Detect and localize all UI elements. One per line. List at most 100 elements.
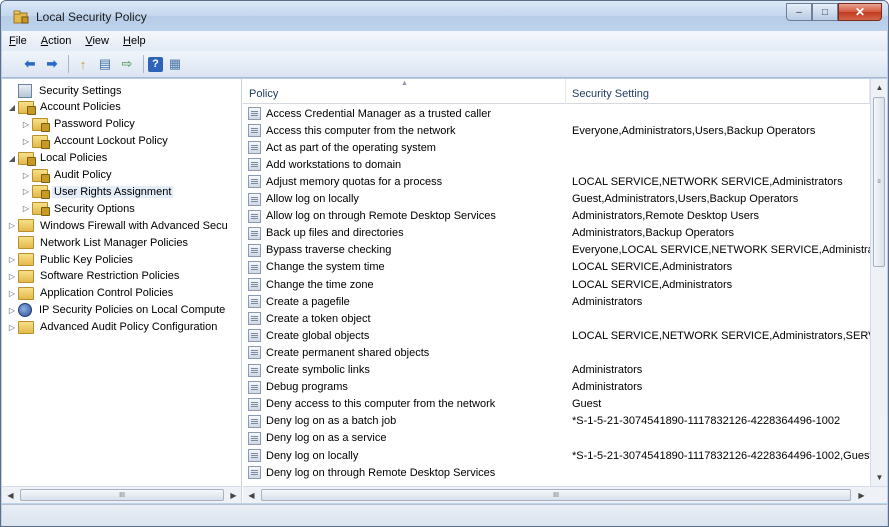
menu-action[interactable]: Action: [34, 35, 79, 47]
column-header-policy[interactable]: Policy ▲: [243, 79, 566, 104]
policy-row[interactable]: Create a token object: [243, 310, 870, 327]
policy-document-icon: [248, 380, 261, 394]
security-setting-value: Everyone,Administrators,Users,Backup Ope…: [572, 124, 816, 137]
policy-row[interactable]: Allow log on locally Guest,Administrators…: [243, 191, 870, 208]
properties-button[interactable]: ▦: [165, 55, 185, 73]
collapsed-arrow-icon[interactable]: ▷: [20, 137, 32, 146]
menu-help[interactable]: Help: [116, 35, 153, 47]
menu-file[interactable]: File: [2, 35, 34, 47]
tree-item-software-restriction-policies[interactable]: ▷ Software Restriction Policies: [6, 268, 181, 285]
policy-row[interactable]: Access Credential Manager as a trusted c…: [243, 105, 870, 122]
policy-row[interactable]: Create symbolic links Administrators: [243, 362, 870, 379]
security-setting-value: LOCAL SERVICE,Administrators: [572, 261, 733, 274]
security-setting-value: LOCAL SERVICE,Administrators: [572, 278, 733, 291]
scroll-up-button[interactable]: ▲: [871, 79, 887, 95]
policy-name: Access this computer from the network: [266, 124, 456, 137]
policy-cell: Add workstations to domain: [248, 158, 566, 172]
menu-accelerator: F: [9, 35, 16, 47]
tree-horizontal-scrollbar[interactable]: ◀ III ▶: [2, 486, 241, 503]
close-button[interactable]: ✕: [838, 3, 882, 21]
folder-icon: [18, 286, 34, 300]
policy-row[interactable]: Access this computer from the network Eve…: [243, 122, 870, 139]
up-one-level-button[interactable]: ↑: [73, 55, 93, 73]
column-header-security-setting[interactable]: Security Setting: [566, 79, 870, 104]
export-list-button[interactable]: ⇨: [117, 55, 137, 73]
menu-view[interactable]: View: [78, 35, 116, 47]
policy-cell: Adjust memory quotas for a process: [248, 175, 566, 189]
scroll-down-button[interactable]: ▼: [871, 469, 887, 485]
minimize-button[interactable]: –: [786, 3, 812, 21]
policy-row[interactable]: Change the system time LOCAL SERVICE,Admi…: [243, 259, 870, 276]
title-bar[interactable]: Local Security Policy – □ ✕: [1, 1, 888, 31]
policy-row[interactable]: Allow log on through Remote Desktop Serv…: [243, 208, 870, 225]
tree-item-application-control-policies[interactable]: ▷ Application Control Policies: [6, 285, 175, 302]
policy-row[interactable]: Create permanent shared objects: [243, 344, 870, 361]
security-setting-value: Guest,Administrators,Users,Backup Operat…: [572, 193, 799, 205]
help-button[interactable]: ?: [148, 56, 163, 72]
policy-row[interactable]: Adjust memory quotas for a process LOCAL …: [243, 173, 870, 190]
policy-row[interactable]: Create a pagefile Administrators: [243, 293, 870, 310]
scroll-right-button[interactable]: ▶: [225, 487, 241, 503]
tree-item-network-list-manager-policies[interactable]: Network List Manager Policies: [6, 234, 190, 251]
list-vertical-scrollbar[interactable]: ▲ ≡ ▼: [870, 79, 887, 486]
policy-row[interactable]: Deny log on locally *S-1-5-21-3074541890-…: [243, 447, 870, 464]
collapsed-arrow-icon[interactable]: ▷: [20, 187, 32, 196]
policy-row[interactable]: Deny log on as a batch job *S-1-5-21-3074…: [243, 413, 870, 430]
back-button[interactable]: ⬅: [20, 55, 40, 73]
policy-row[interactable]: Change the time zone LOCAL SERVICE,Admini…: [243, 276, 870, 293]
policy-row[interactable]: Deny log on through Remote Desktop Servi…: [243, 464, 870, 481]
scroll-left-button[interactable]: ◀: [243, 487, 260, 503]
policy-folder-icon: [32, 202, 50, 217]
tree-item-windows-firewall-with-advanced-secu[interactable]: ▷ Windows Firewall with Advanced Secu: [6, 217, 230, 234]
toolbar: ⬅ ➡ ↑ ▤ ⇨ ? ▦: [2, 51, 887, 78]
policy-row[interactable]: Create global objects LOCAL SERVICE,NETWO…: [243, 327, 870, 344]
tree-item-security-settings[interactable]: Security Settings: [6, 82, 124, 99]
tree-item-audit-policy[interactable]: ▷ Audit Policy: [20, 167, 113, 184]
collapsed-arrow-icon[interactable]: ▷: [20, 204, 32, 213]
tree-item-user-rights-assignment[interactable]: ▷ User Rights Assignment: [20, 183, 174, 200]
security-policy-icon: [13, 10, 29, 24]
list-horizontal-scrollbar[interactable]: ◀ III ▶: [243, 486, 887, 503]
tree-item-security-options[interactable]: ▷ Security Options: [20, 200, 137, 217]
policy-row[interactable]: Act as part of the operating system: [243, 139, 870, 156]
collapsed-arrow-icon[interactable]: ▷: [6, 306, 18, 315]
caption-buttons: – □ ✕: [786, 3, 882, 21]
policy-row[interactable]: Back up files and directories Administrat…: [243, 225, 870, 242]
policy-name: Deny log on locally: [266, 449, 359, 462]
policy-document-icon: [248, 363, 261, 377]
policy-row[interactable]: Bypass traverse checking Everyone,LOCAL S…: [243, 242, 870, 259]
scroll-right-button[interactable]: ▶: [853, 487, 870, 503]
tree-item-ip-security-policies-on-local-compute[interactable]: ▷ IP Security Policies on Local Compute: [6, 302, 227, 319]
expanded-arrow-icon[interactable]: ◢: [6, 103, 18, 112]
forward-button[interactable]: ➡: [42, 55, 62, 73]
policy-row[interactable]: Deny access to this computer from the ne…: [243, 396, 870, 413]
tree-item-advanced-audit-policy-configuration[interactable]: ▷ Advanced Audit Policy Configuration: [6, 319, 219, 336]
tree-hscroll-thumb[interactable]: III: [20, 489, 224, 501]
policy-row[interactable]: Add workstations to domain: [243, 156, 870, 173]
close-icon: ✕: [854, 5, 866, 19]
tree-item-password-policy[interactable]: ▷ Password Policy: [20, 116, 137, 133]
tree-item-account-lockout-policy[interactable]: ▷ Account Lockout Policy: [20, 133, 170, 150]
list-vscroll-thumb[interactable]: ≡: [873, 97, 885, 267]
show-hide-console-tree-button[interactable]: ▤: [95, 55, 115, 73]
collapsed-arrow-icon[interactable]: ▷: [20, 120, 32, 129]
scroll-left-button[interactable]: ◀: [2, 487, 19, 503]
tree-item-account-policies[interactable]: ◢ Account Policies: [6, 99, 123, 116]
status-bar: [2, 504, 887, 526]
expanded-arrow-icon[interactable]: ◢: [6, 154, 18, 163]
collapsed-arrow-icon[interactable]: ▷: [20, 171, 32, 180]
collapsed-arrow-icon[interactable]: ▷: [6, 221, 18, 230]
tree-item-local-policies[interactable]: ◢ Local Policies: [6, 150, 109, 167]
collapsed-arrow-icon[interactable]: ▷: [6, 323, 18, 332]
maximize-button[interactable]: □: [812, 3, 838, 21]
policy-row[interactable]: Deny log on as a service: [243, 430, 870, 447]
collapsed-arrow-icon[interactable]: ▷: [6, 289, 18, 298]
policy-row[interactable]: Debug programs Administrators: [243, 379, 870, 396]
policy-cell: Deny log on as a service: [248, 431, 566, 445]
collapsed-arrow-icon[interactable]: ▷: [6, 255, 18, 264]
policy-document-icon: [248, 346, 261, 360]
policy-document-icon: [248, 449, 261, 462]
tree-item-public-key-policies[interactable]: ▷ Public Key Policies: [6, 251, 135, 268]
collapsed-arrow-icon[interactable]: ▷: [6, 272, 18, 281]
list-hscroll-thumb[interactable]: III: [261, 489, 851, 501]
